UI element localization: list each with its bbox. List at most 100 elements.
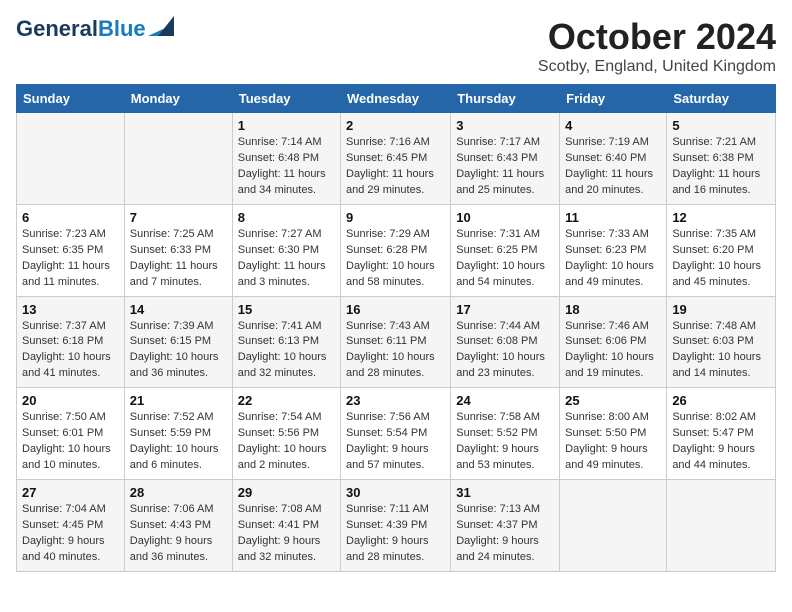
day-info: Sunrise: 7:50 AM Sunset: 6:01 PM Dayligh…: [22, 410, 119, 474]
calendar-cell: 24Sunrise: 7:58 AM Sunset: 5:52 PM Dayli…: [451, 388, 560, 480]
col-header-tuesday: Tuesday: [232, 85, 340, 113]
week-row-5: 27 Sunrise: 7:04 AM Sunset: 4:45 PM Dayli…: [17, 480, 776, 572]
calendar-cell: 22 Sunrise: 7:54 AM Sunset: 5:56 PM Dayli…: [232, 388, 340, 480]
day-number: 17: [456, 302, 554, 317]
col-header-friday: Friday: [560, 85, 667, 113]
calendar-cell: 15 Sunrise: 7:41 AM Sunset: 6:13 PM Dayli…: [232, 296, 340, 388]
day-number: 9: [346, 210, 445, 225]
day-info: Sunrise: 7:17 AM Sunset: 6:43 PM Dayligh…: [456, 135, 554, 199]
calendar-cell: 27 Sunrise: 7:04 AM Sunset: 4:45 PM Dayli…: [17, 480, 125, 572]
day-number: 27: [22, 485, 119, 500]
calendar-cell: [124, 113, 232, 205]
day-info: Sunrise: 7:23 AM Sunset: 6:35 PM Dayligh…: [22, 227, 119, 291]
calendar-cell: 13 Sunrise: 7:37 AM Sunset: 6:18 PM Dayli…: [17, 296, 125, 388]
day-info: Sunrise: 7:58 AM Sunset: 5:52 PM Dayligh…: [456, 410, 554, 474]
col-header-thursday: Thursday: [451, 85, 560, 113]
day-info: Sunrise: 7:25 AM Sunset: 6:33 PM Dayligh…: [130, 227, 227, 291]
day-number: 26: [672, 393, 770, 408]
calendar-cell: [560, 480, 667, 572]
day-number: 13: [22, 302, 119, 317]
day-number: 3: [456, 118, 554, 133]
logo-text: GeneralBlue: [16, 18, 146, 40]
day-info: Sunrise: 7:21 AM Sunset: 6:38 PM Dayligh…: [672, 135, 770, 199]
day-info: Sunrise: 7:33 AM Sunset: 6:23 PM Dayligh…: [565, 227, 661, 291]
day-number: 10: [456, 210, 554, 225]
day-info: Sunrise: 7:44 AM Sunset: 6:08 PM Dayligh…: [456, 319, 554, 383]
calendar-cell: 6 Sunrise: 7:23 AM Sunset: 6:35 PM Daylig…: [17, 204, 125, 296]
title-block: October 2024 Scotby, England, United Kin…: [538, 16, 776, 76]
day-number: 25: [565, 393, 661, 408]
calendar-cell: 3 Sunrise: 7:17 AM Sunset: 6:43 PM Daylig…: [451, 113, 560, 205]
day-info: Sunrise: 7:39 AM Sunset: 6:15 PM Dayligh…: [130, 319, 227, 383]
calendar-cell: 9 Sunrise: 7:29 AM Sunset: 6:28 PM Daylig…: [341, 204, 451, 296]
week-row-1: 1 Sunrise: 7:14 AM Sunset: 6:48 PM Daylig…: [17, 113, 776, 205]
calendar-cell: 4 Sunrise: 7:19 AM Sunset: 6:40 PM Daylig…: [560, 113, 667, 205]
day-info: Sunrise: 7:41 AM Sunset: 6:13 PM Dayligh…: [238, 319, 335, 383]
day-number: 8: [238, 210, 335, 225]
calendar-cell: 31Sunrise: 7:13 AM Sunset: 4:37 PM Dayli…: [451, 480, 560, 572]
day-number: 4: [565, 118, 661, 133]
location: Scotby, England, United Kingdom: [538, 58, 776, 76]
day-info: Sunrise: 7:27 AM Sunset: 6:30 PM Dayligh…: [238, 227, 335, 291]
calendar-cell: 11 Sunrise: 7:33 AM Sunset: 6:23 PM Dayli…: [560, 204, 667, 296]
col-header-monday: Monday: [124, 85, 232, 113]
calendar-cell: 29Sunrise: 7:08 AM Sunset: 4:41 PM Dayli…: [232, 480, 340, 572]
day-info: Sunrise: 7:43 AM Sunset: 6:11 PM Dayligh…: [346, 319, 445, 383]
day-info: Sunrise: 7:48 AM Sunset: 6:03 PM Dayligh…: [672, 319, 770, 383]
day-info: Sunrise: 7:35 AM Sunset: 6:20 PM Dayligh…: [672, 227, 770, 291]
day-number: 31: [456, 485, 554, 500]
day-number: 14: [130, 302, 227, 317]
day-info: Sunrise: 7:52 AM Sunset: 5:59 PM Dayligh…: [130, 410, 227, 474]
calendar-cell: 28 Sunrise: 7:06 AM Sunset: 4:43 PM Dayli…: [124, 480, 232, 572]
day-info: Sunrise: 7:46 AM Sunset: 6:06 PM Dayligh…: [565, 319, 661, 383]
day-info: Sunrise: 7:04 AM Sunset: 4:45 PM Dayligh…: [22, 502, 119, 566]
calendar-cell: [667, 480, 776, 572]
calendar-table: SundayMondayTuesdayWednesdayThursdayFrid…: [16, 84, 776, 572]
day-info: Sunrise: 7:29 AM Sunset: 6:28 PM Dayligh…: [346, 227, 445, 291]
calendar-cell: 14 Sunrise: 7:39 AM Sunset: 6:15 PM Dayli…: [124, 296, 232, 388]
calendar-cell: 23Sunrise: 7:56 AM Sunset: 5:54 PM Dayli…: [341, 388, 451, 480]
day-number: 15: [238, 302, 335, 317]
day-number: 18: [565, 302, 661, 317]
calendar-cell: 20 Sunrise: 7:50 AM Sunset: 6:01 PM Dayli…: [17, 388, 125, 480]
calendar-cell: 5 Sunrise: 7:21 AM Sunset: 6:38 PM Daylig…: [667, 113, 776, 205]
calendar-cell: 8 Sunrise: 7:27 AM Sunset: 6:30 PM Daylig…: [232, 204, 340, 296]
calendar-cell: [17, 113, 125, 205]
day-number: 5: [672, 118, 770, 133]
day-number: 19: [672, 302, 770, 317]
day-number: 1: [238, 118, 335, 133]
day-number: 6: [22, 210, 119, 225]
day-number: 20: [22, 393, 119, 408]
day-number: 29: [238, 485, 335, 500]
day-number: 12: [672, 210, 770, 225]
day-number: 21: [130, 393, 227, 408]
calendar-cell: 10Sunrise: 7:31 AM Sunset: 6:25 PM Dayli…: [451, 204, 560, 296]
calendar-cell: 26 Sunrise: 8:02 AM Sunset: 5:47 PM Dayli…: [667, 388, 776, 480]
header-row: SundayMondayTuesdayWednesdayThursdayFrid…: [17, 85, 776, 113]
calendar-cell: 12 Sunrise: 7:35 AM Sunset: 6:20 PM Dayli…: [667, 204, 776, 296]
day-info: Sunrise: 7:06 AM Sunset: 4:43 PM Dayligh…: [130, 502, 227, 566]
day-number: 22: [238, 393, 335, 408]
col-header-wednesday: Wednesday: [341, 85, 451, 113]
day-number: 23: [346, 393, 445, 408]
day-info: Sunrise: 7:54 AM Sunset: 5:56 PM Dayligh…: [238, 410, 335, 474]
week-row-2: 6 Sunrise: 7:23 AM Sunset: 6:35 PM Daylig…: [17, 204, 776, 296]
calendar-cell: 1 Sunrise: 7:14 AM Sunset: 6:48 PM Daylig…: [232, 113, 340, 205]
day-number: 2: [346, 118, 445, 133]
week-row-4: 20 Sunrise: 7:50 AM Sunset: 6:01 PM Dayli…: [17, 388, 776, 480]
calendar-cell: 2Sunrise: 7:16 AM Sunset: 6:45 PM Daylig…: [341, 113, 451, 205]
week-row-3: 13 Sunrise: 7:37 AM Sunset: 6:18 PM Dayli…: [17, 296, 776, 388]
day-info: Sunrise: 7:14 AM Sunset: 6:48 PM Dayligh…: [238, 135, 335, 199]
day-number: 28: [130, 485, 227, 500]
day-info: Sunrise: 8:02 AM Sunset: 5:47 PM Dayligh…: [672, 410, 770, 474]
day-number: 16: [346, 302, 445, 317]
col-header-saturday: Saturday: [667, 85, 776, 113]
calendar-cell: 18 Sunrise: 7:46 AM Sunset: 6:06 PM Dayli…: [560, 296, 667, 388]
day-info: Sunrise: 7:37 AM Sunset: 6:18 PM Dayligh…: [22, 319, 119, 383]
calendar-cell: 25Sunrise: 8:00 AM Sunset: 5:50 PM Dayli…: [560, 388, 667, 480]
day-info: Sunrise: 7:19 AM Sunset: 6:40 PM Dayligh…: [565, 135, 661, 199]
day-number: 7: [130, 210, 227, 225]
day-number: 11: [565, 210, 661, 225]
calendar-cell: 7 Sunrise: 7:25 AM Sunset: 6:33 PM Daylig…: [124, 204, 232, 296]
logo: GeneralBlue: [16, 16, 174, 42]
